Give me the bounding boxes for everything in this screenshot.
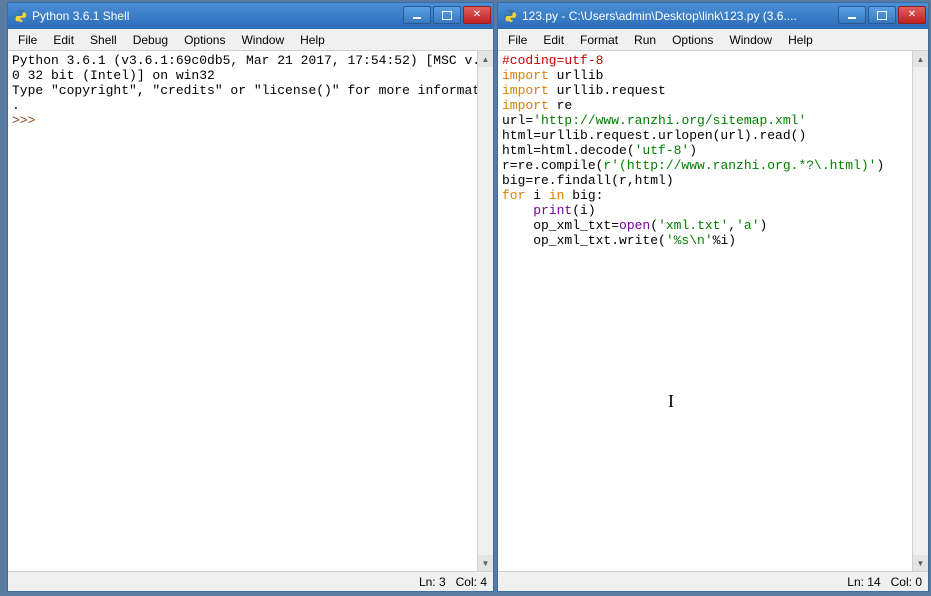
editor-maximize-button[interactable] (868, 6, 896, 24)
code-line: import urllib (502, 68, 908, 83)
code-line: op_xml_txt=open('xml.txt','a') (502, 218, 908, 233)
editor-menubar: FileEditFormatRunOptionsWindowHelp (498, 29, 928, 51)
code-line: url='http://www.ranzhi.org/sitemap.xml' (502, 113, 908, 128)
shell-status-col: Col: 4 (456, 575, 487, 589)
scrollbar-down-arrow-icon[interactable]: ▼ (913, 555, 928, 571)
python-icon (502, 8, 518, 24)
menu-options[interactable]: Options (176, 31, 233, 49)
menu-help[interactable]: Help (780, 31, 821, 49)
menu-format[interactable]: Format (572, 31, 626, 49)
code-line: import re (502, 98, 908, 113)
code-line: print(i) (502, 203, 908, 218)
menu-file[interactable]: File (500, 31, 535, 49)
code-line: #coding=utf-8 (502, 53, 908, 68)
editor-minimize-button[interactable] (838, 6, 866, 24)
code-line: >>> (12, 113, 473, 128)
python-shell-window: Python 3.6.1 Shell FileEditShellDebugOpt… (7, 2, 494, 592)
code-line: html=html.decode('utf-8') (502, 143, 908, 158)
menu-help[interactable]: Help (292, 31, 333, 49)
menu-edit[interactable]: Edit (45, 31, 82, 49)
editor-status-col: Col: 0 (891, 575, 922, 589)
shell-statusbar: Ln: 3 Col: 4 (8, 571, 493, 591)
code-line: for i in big: (502, 188, 908, 203)
code-line: import urllib.request (502, 83, 908, 98)
menu-window[interactable]: Window (233, 31, 292, 49)
scrollbar-down-arrow-icon[interactable]: ▼ (478, 555, 493, 571)
code-line: big=re.findall(r,html) (502, 173, 908, 188)
scrollbar-up-arrow-icon[interactable]: ▲ (913, 51, 928, 67)
shell-titlebar[interactable]: Python 3.6.1 Shell (8, 3, 493, 29)
python-icon (12, 8, 28, 24)
editor-status-ln: Ln: 14 (847, 575, 880, 589)
menu-window[interactable]: Window (721, 31, 780, 49)
shell-title-text: Python 3.6.1 Shell (32, 9, 401, 23)
editor-title-text: 123.py - C:\Users\admin\Desktop\link\123… (522, 9, 836, 23)
editor-statusbar: Ln: 14 Col: 0 (498, 571, 928, 591)
shell-close-button[interactable] (463, 6, 491, 24)
editor-vscrollbar[interactable]: ▲ ▼ (912, 51, 928, 571)
menu-run[interactable]: Run (626, 31, 664, 49)
code-line: 0 32 bit (Intel)] on win32 (12, 68, 473, 83)
menu-edit[interactable]: Edit (535, 31, 572, 49)
code-line: . (12, 98, 473, 113)
code-line: Type "copyright", "credits" or "license(… (12, 83, 473, 98)
shell-vscrollbar[interactable]: ▲ ▼ (477, 51, 493, 571)
python-editor-window: 123.py - C:\Users\admin\Desktop\link\123… (497, 2, 929, 592)
menu-debug[interactable]: Debug (125, 31, 176, 49)
shell-maximize-button[interactable] (433, 6, 461, 24)
code-line: html=urllib.request.urlopen(url).read() (502, 128, 908, 143)
menu-options[interactable]: Options (664, 31, 721, 49)
menu-file[interactable]: File (10, 31, 45, 49)
code-line: Python 3.6.1 (v3.6.1:69c0db5, Mar 21 201… (12, 53, 473, 68)
editor-text-area[interactable]: #coding=utf-8import urllibimport urllib.… (498, 51, 912, 571)
shell-minimize-button[interactable] (403, 6, 431, 24)
editor-titlebar[interactable]: 123.py - C:\Users\admin\Desktop\link\123… (498, 3, 928, 29)
shell-menubar: FileEditShellDebugOptionsWindowHelp (8, 29, 493, 51)
code-line: op_xml_txt.write('%s\n'%i) (502, 233, 908, 248)
editor-close-button[interactable] (898, 6, 926, 24)
menu-shell[interactable]: Shell (82, 31, 125, 49)
code-line: r=re.compile(r'(http://www.ranzhi.org.*?… (502, 158, 908, 173)
shell-status-ln: Ln: 3 (419, 575, 446, 589)
shell-text-area[interactable]: Python 3.6.1 (v3.6.1:69c0db5, Mar 21 201… (8, 51, 477, 571)
scrollbar-up-arrow-icon[interactable]: ▲ (478, 51, 493, 67)
